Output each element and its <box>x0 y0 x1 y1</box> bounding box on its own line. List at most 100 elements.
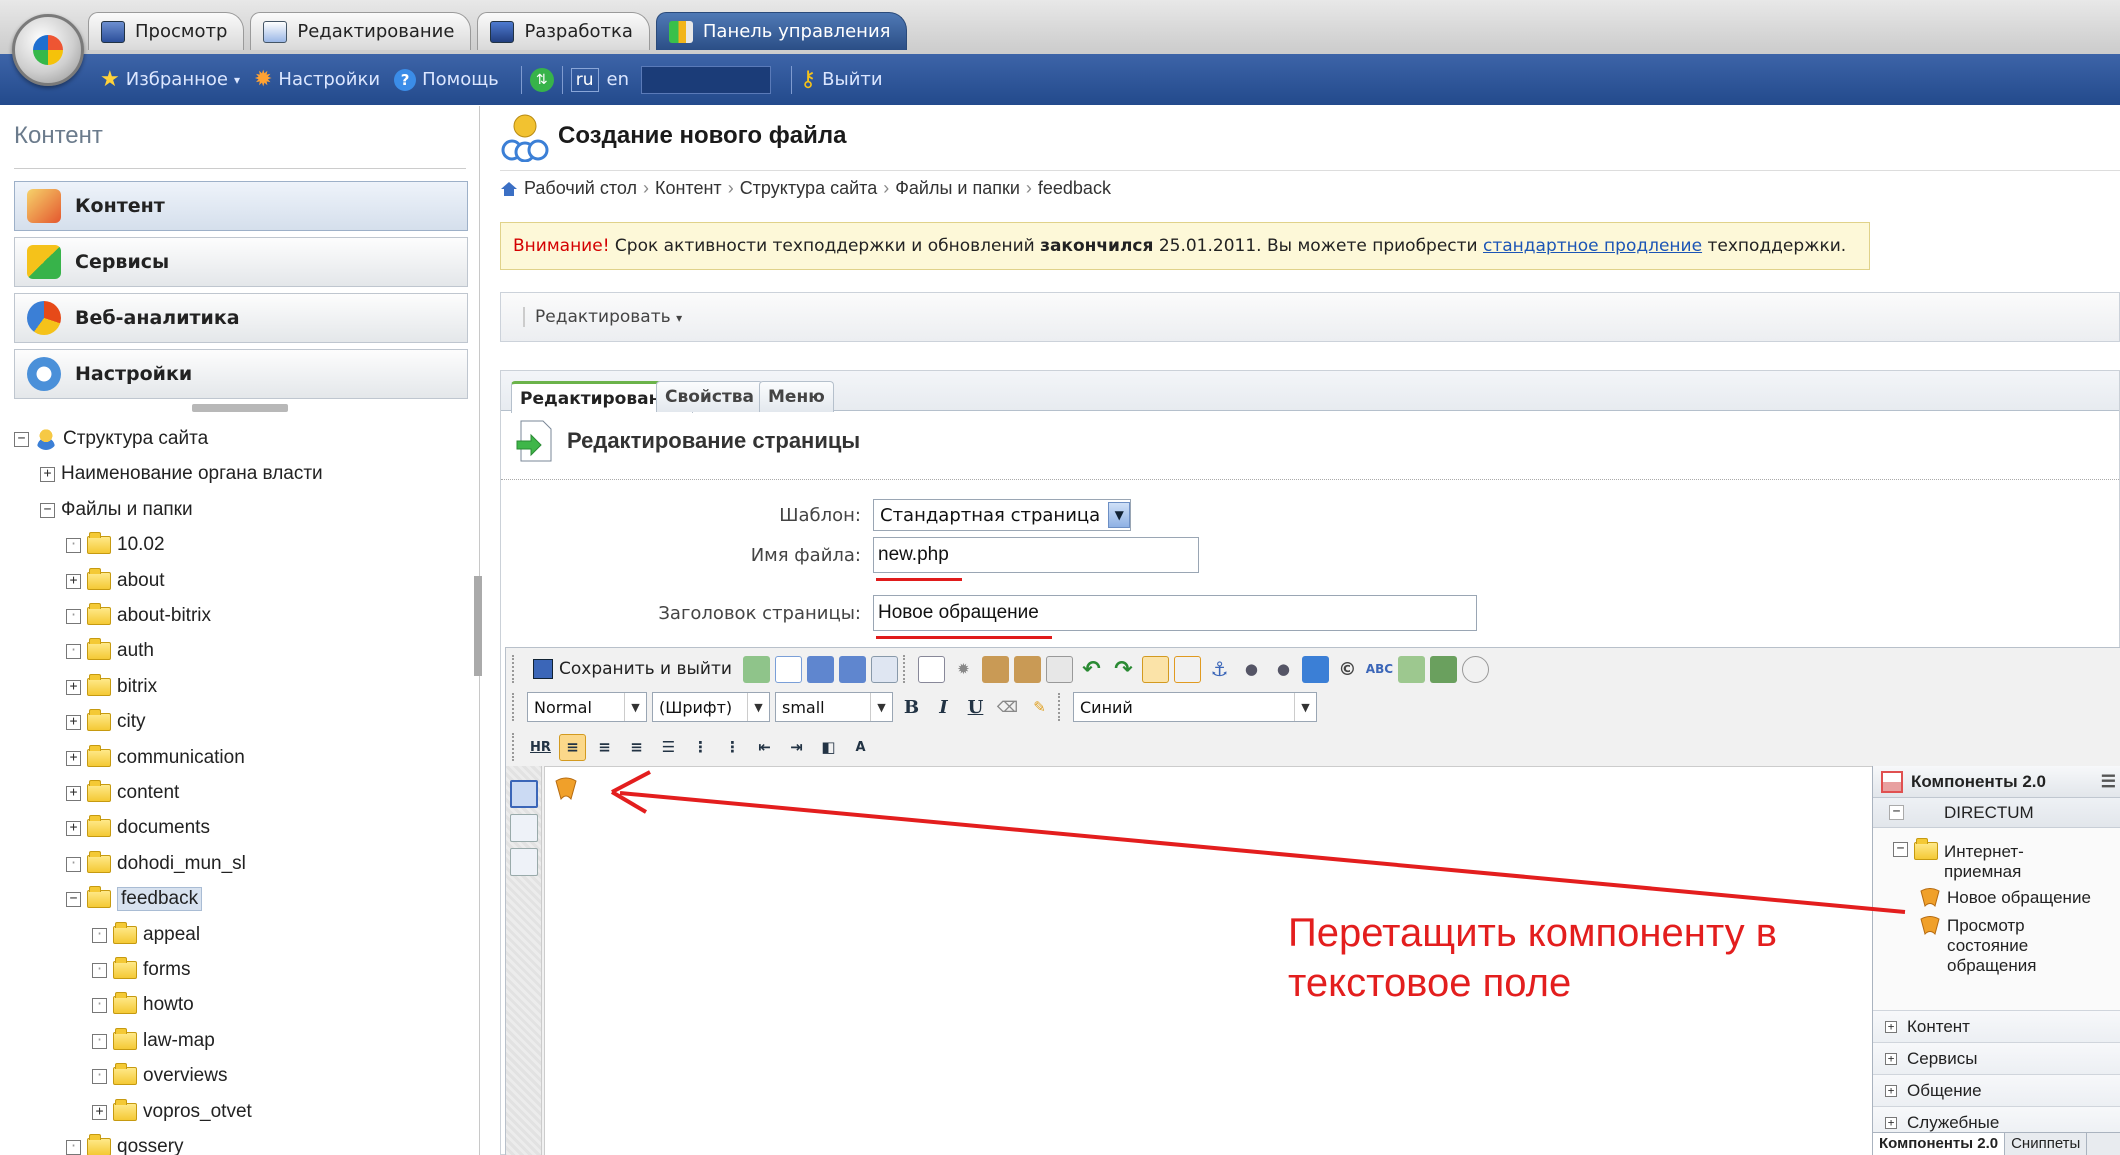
split-mode-button[interactable] <box>510 848 538 876</box>
update-icon[interactable]: ⇅ <box>529 67 554 92</box>
expand-icon[interactable]: + <box>66 785 81 801</box>
collapse-icon[interactable]: − <box>14 431 29 447</box>
tab-view[interactable]: Просмотр <box>88 12 245 50</box>
hr-button[interactable]: HR <box>527 734 554 761</box>
new-page-icon[interactable] <box>774 655 802 683</box>
template-icon[interactable] <box>1429 655 1457 683</box>
tree-node[interactable]: + communication <box>66 743 245 773</box>
tree-node[interactable]: + vopros_otvet <box>92 1097 252 1127</box>
collapse-icon[interactable]: − <box>40 502 55 518</box>
favorites-menu[interactable]: ★ Избранное ▾ <box>100 67 240 92</box>
expand-icon[interactable]: + <box>66 714 81 730</box>
justify-icon[interactable]: ☰ <box>655 734 682 761</box>
tree-node[interactable]: · law-map <box>92 1026 215 1056</box>
special-char-icon[interactable]: © <box>1334 656 1361 683</box>
panel-resize-handle[interactable] <box>474 576 482 676</box>
component-new-appeal[interactable]: Новое обращение <box>1919 888 2091 908</box>
save-and-exit-button[interactable]: Сохранить и выйти <box>527 654 738 684</box>
font-select[interactable]: (Шрифт) ▼ <box>652 692 770 722</box>
leaf-toggle-icon[interactable]: · <box>92 962 107 978</box>
group-directum[interactable]: − DIRECTUM <box>1873 798 2120 828</box>
breadcrumb-feedback[interactable]: feedback <box>1038 178 1111 199</box>
user-name-box[interactable] <box>641 65 772 94</box>
leaf-toggle-icon[interactable]: · <box>92 997 107 1013</box>
leaf-toggle-icon[interactable]: · <box>66 608 81 624</box>
tree-node[interactable]: + documents <box>66 813 210 843</box>
folder-internet-reception[interactable]: − Интернет-приемная <box>1893 838 2054 882</box>
tree-node[interactable]: + city <box>66 707 146 737</box>
exit-icon[interactable] <box>742 655 770 683</box>
renewal-link[interactable]: стандартное продление <box>1483 236 1702 256</box>
expand-icon[interactable]: + <box>66 820 81 836</box>
table-icon[interactable] <box>1141 655 1169 683</box>
tree-node[interactable]: · auth <box>66 636 154 666</box>
tree-node[interactable]: + about <box>66 566 165 596</box>
expand-icon[interactable]: + <box>66 573 81 589</box>
page-title-input[interactable]: Новое обращение <box>873 595 1477 639</box>
leaf-toggle-icon[interactable]: · <box>66 537 81 553</box>
tab-properties[interactable]: Свойства <box>656 381 763 412</box>
leaf-toggle-icon[interactable]: · <box>92 927 107 943</box>
tab-develop[interactable]: Разработка <box>477 12 650 50</box>
help-link[interactable]: ? Помощь <box>394 68 499 91</box>
size-select[interactable]: small ▼ <box>775 692 893 722</box>
tree-node[interactable]: · qossery <box>66 1132 184 1155</box>
find-icon[interactable] <box>1045 655 1073 683</box>
breadcrumb-site-structure[interactable]: Структура сайта <box>740 178 878 199</box>
unlink-icon[interactable]: ● <box>1270 656 1297 683</box>
undo-icon[interactable]: ↶ <box>1078 656 1105 683</box>
section-services[interactable]: Сервисы <box>14 237 468 287</box>
expand-icon[interactable]: + <box>66 750 81 766</box>
tree-node[interactable]: − Файлы и папки <box>40 495 193 525</box>
tab-control-panel[interactable]: Панель управления <box>655 12 908 50</box>
bold-button[interactable]: B <box>898 694 925 721</box>
anchor-icon[interactable]: ⚓ <box>1206 656 1233 683</box>
tab-snippets[interactable]: Сниппеты <box>2005 1133 2088 1155</box>
tree-node[interactable]: · overviews <box>92 1061 227 1091</box>
list-view-icon[interactable]: ☰ <box>2101 772 2116 792</box>
expand-icon[interactable]: + <box>66 679 81 695</box>
lang-ru[interactable]: ru <box>570 67 599 92</box>
properties-icon[interactable] <box>870 655 898 683</box>
breadcrumb-files-folders[interactable]: Файлы и папки <box>895 178 1020 199</box>
tab-menu[interactable]: Меню <box>759 381 834 412</box>
tree-node[interactable]: − feedback <box>66 884 203 914</box>
style-select[interactable]: Normal ▼ <box>527 692 647 722</box>
panel-splitter[interactable] <box>192 404 288 412</box>
lang-en[interactable]: en <box>607 69 629 90</box>
group-communication[interactable]: + Общение <box>1873 1074 2120 1106</box>
redo-icon[interactable]: ↷ <box>1110 656 1137 683</box>
fullscreen-icon[interactable] <box>917 655 945 683</box>
align-center-icon[interactable]: ≡ <box>591 734 618 761</box>
settings-icon[interactable]: ✹ <box>950 656 977 683</box>
section-web-analytics[interactable]: Веб-аналитика <box>14 293 468 343</box>
leaf-toggle-icon[interactable]: · <box>92 1068 107 1084</box>
clean-icon[interactable] <box>1461 655 1489 683</box>
tree-node[interactable]: · forms <box>92 955 191 985</box>
leaf-toggle-icon[interactable]: · <box>66 643 81 659</box>
save-as-icon[interactable] <box>838 655 866 683</box>
breadcrumb-desktop[interactable]: Рабочий стол <box>524 178 637 199</box>
edit-menu-button[interactable]: Редактировать ▾ <box>523 307 682 327</box>
indent-icon[interactable]: ⇥ <box>783 734 810 761</box>
group-content[interactable]: + Контент <box>1873 1010 2120 1042</box>
wysiwyg-mode-button[interactable] <box>510 780 538 808</box>
leaf-toggle-icon[interactable]: · <box>92 1033 107 1049</box>
tree-node[interactable]: · dohodi_mun_sl <box>66 849 246 879</box>
component-view-appeal-status[interactable]: Просмотр состояние обращения <box>1919 916 2057 976</box>
spellcheck-icon[interactable]: ABC <box>1366 656 1393 683</box>
section-content[interactable]: Контент <box>14 181 468 231</box>
tree-node[interactable]: · howto <box>92 990 194 1020</box>
paste-word-icon[interactable] <box>981 655 1009 683</box>
save-icon[interactable] <box>806 655 834 683</box>
collapse-icon[interactable]: − <box>66 891 81 907</box>
expand-icon[interactable]: + <box>40 466 55 482</box>
align-right-icon[interactable]: ≡ <box>623 734 650 761</box>
link-icon[interactable]: ● <box>1238 656 1265 683</box>
section-settings[interactable]: Настройки <box>14 349 468 399</box>
filename-input[interactable]: new.php <box>873 537 1199 581</box>
outdent-icon[interactable]: ⇤ <box>751 734 778 761</box>
tree-node[interactable]: + content <box>66 778 179 808</box>
bitrix-logo[interactable] <box>12 14 84 86</box>
underline-button[interactable]: U <box>962 694 989 721</box>
